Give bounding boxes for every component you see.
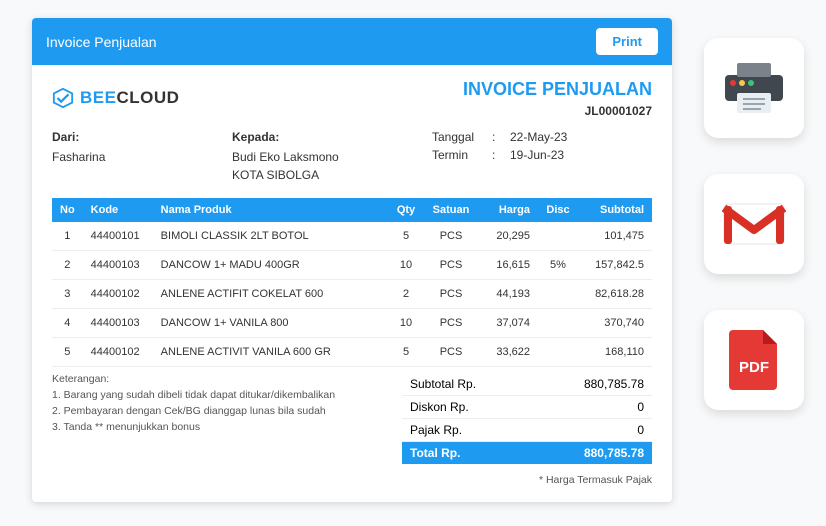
notes: Keterangan: 1. Barang yang sudah dibeli … <box>52 373 402 464</box>
notes-heading: Keterangan: <box>52 373 392 385</box>
col-qty: Qty <box>388 198 424 222</box>
subtotal-value: 880,785.78 <box>584 377 644 391</box>
below-table: Keterangan: 1. Barang yang sudah dibeli … <box>52 373 652 464</box>
total-value: 880,785.78 <box>584 446 644 460</box>
titlebar: Invoice Penjualan Print <box>32 18 672 65</box>
total-label: Total Rp. <box>410 446 460 460</box>
pdf-icon: PDF <box>727 328 781 392</box>
titlebar-title: Invoice Penjualan <box>46 34 157 50</box>
dates-block: Tanggal : 22-May-23 Termin : 19-Jun-23 <box>432 130 652 186</box>
document-header: BEECLOUD INVOICE PENJUALAN JL00001027 <box>52 79 652 118</box>
table-row: 4 44400103 DANCOW 1+ VANILA 800 10 PCS 3… <box>52 309 652 338</box>
invoice-card: Invoice Penjualan Print BEECLOUD INVOICE… <box>32 18 672 502</box>
table-body: 1 44400101 BIMOLI CLASSIK 2LT BOTOL 5 PC… <box>52 222 652 367</box>
document-number: JL00001027 <box>463 104 652 118</box>
print-button[interactable]: Print <box>596 28 658 55</box>
to-city: KOTA SIBOLGA <box>232 168 432 182</box>
table-header-row: No Kode Nama Produk Qty Satuan Harga Dis… <box>52 198 652 222</box>
to-name: Budi Eko Laksmono <box>232 150 432 164</box>
brand-logo-icon <box>52 87 74 109</box>
to-block: Kepada: Budi Eko Laksmono KOTA SIBOLGA <box>232 130 432 186</box>
document-title: INVOICE PENJUALAN <box>463 79 652 100</box>
note-3: 3. Tanda ** menunjukkan bonus <box>52 421 392 433</box>
side-actions: PDF <box>704 38 804 410</box>
brand: BEECLOUD <box>52 87 179 109</box>
from-name: Fasharina <box>52 150 232 164</box>
printer-action[interactable] <box>704 38 804 138</box>
table-row: 2 44400103 DANCOW 1+ MADU 400GR 10 PCS 1… <box>52 251 652 280</box>
brand-text: BEECLOUD <box>80 88 179 108</box>
pajak-label: Pajak Rp. <box>410 423 462 437</box>
parties-row: Dari: Fasharina Kepada: Budi Eko Laksmon… <box>52 130 652 186</box>
gmail-action[interactable] <box>704 174 804 274</box>
brand-part1: BEE <box>80 88 116 107</box>
table-row: 5 44400102 ANLENE ACTIVIT VANILA 600 GR … <box>52 338 652 367</box>
document-title-block: INVOICE PENJUALAN JL00001027 <box>463 79 652 118</box>
termin-label: Termin <box>432 148 492 162</box>
col-disc: Disc <box>538 198 578 222</box>
gmail-icon <box>722 200 786 248</box>
diskon-label: Diskon Rp. <box>410 400 469 414</box>
footnote: * Harga Termasuk Pajak <box>52 474 652 486</box>
col-kode: Kode <box>83 198 153 222</box>
tanggal-value: 22-May-23 <box>510 130 567 144</box>
pdf-text: PDF <box>739 359 769 376</box>
brand-part2: CLOUD <box>116 88 179 107</box>
col-no: No <box>52 198 83 222</box>
note-1: 1. Barang yang sudah dibeli tidak dapat … <box>52 389 392 401</box>
note-2: 2. Pembayaran dengan Cek/BG dianggap lun… <box>52 405 392 417</box>
totals: Subtotal Rp. 880,785.78 Diskon Rp. 0 Paj… <box>402 373 652 464</box>
pdf-action[interactable]: PDF <box>704 310 804 410</box>
table-row: 1 44400101 BIMOLI CLASSIK 2LT BOTOL 5 PC… <box>52 222 652 251</box>
document-body: BEECLOUD INVOICE PENJUALAN JL00001027 Da… <box>32 65 672 502</box>
col-harga: Harga <box>478 198 538 222</box>
from-label: Dari: <box>52 130 232 144</box>
diskon-value: 0 <box>637 400 644 414</box>
to-label: Kepada: <box>232 130 432 144</box>
pajak-value: 0 <box>637 423 644 437</box>
tanggal-label: Tanggal <box>432 130 492 144</box>
col-subtotal: Subtotal <box>578 198 652 222</box>
col-satuan: Satuan <box>424 198 478 222</box>
col-nama: Nama Produk <box>153 198 388 222</box>
termin-value: 19-Jun-23 <box>510 148 564 162</box>
printer-icon <box>721 59 787 117</box>
items-table: No Kode Nama Produk Qty Satuan Harga Dis… <box>52 198 652 367</box>
table-row: 3 44400102 ANLENE ACTIFIT COKELAT 600 2 … <box>52 280 652 309</box>
from-block: Dari: Fasharina <box>52 130 232 186</box>
subtotal-label: Subtotal Rp. <box>410 377 476 391</box>
